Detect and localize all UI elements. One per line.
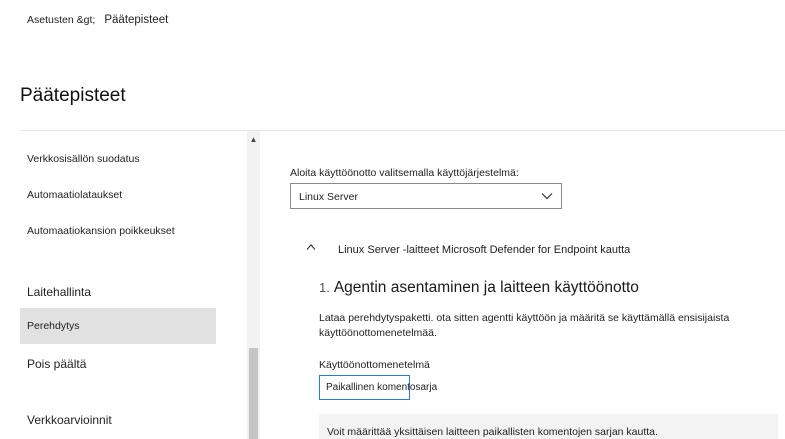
scrollbar-thumb[interactable] [249, 348, 258, 439]
sidebar-item-automation-folder-exclusions[interactable]: Automaatiokansion poikkeukset [20, 225, 216, 237]
os-select-value: Linux Server [299, 191, 358, 203]
scroll-up-arrow-icon[interactable]: ▲ [247, 135, 260, 145]
os-select[interactable]: Linux Server [290, 183, 562, 209]
sidebar-scrollbar[interactable]: ▲ [247, 131, 260, 439]
sidebar-item-web-content-filtering[interactable]: Verkkosisällön suodatus [20, 153, 216, 165]
deployment-method-select[interactable]: Paikallinen komentosarja [319, 375, 437, 400]
chevron-down-icon [541, 193, 553, 200]
info-panel: Voit määrittää yksittäisen laitteen paik… [319, 414, 778, 439]
breadcrumb-current: Päätepisteet [104, 14, 169, 26]
os-select-label: Aloita käyttöönotto valitsemalla käyttöj… [290, 167, 519, 179]
breadcrumb-settings-link[interactable]: Asetusten &gt; [27, 14, 95, 26]
settings-sidebar: Verkkosisällön suodatus Automaatiolatauk… [20, 131, 247, 439]
deployment-method-label: Käyttöönottomenetelmä [319, 359, 430, 371]
sidebar-item-automation-uploads[interactable]: Automaatiolataukset [20, 189, 216, 201]
sidebar-group-device-management: Laitehallinta [27, 285, 92, 299]
page-title: Päätepisteet [20, 85, 126, 106]
step-number: 1. [319, 280, 330, 295]
section-title: Linux Server -laitteet Microsoft Defende… [338, 244, 631, 256]
chevron-up-icon[interactable] [306, 243, 316, 251]
breadcrumb: Asetusten &gt; Päätepisteet [27, 14, 168, 26]
main-content: Aloita käyttöönotto valitsemalla käyttöj… [260, 131, 785, 439]
deployment-method-value: Paikallinen komentosarja [326, 382, 438, 393]
sidebar-item-onboarding[interactable]: Perehdytys [20, 308, 216, 344]
info-text: Voit määrittää yksittäisen laitteen paik… [327, 426, 658, 438]
step-description: Lataa perehdytyspaketti. ota sitten agen… [319, 312, 730, 339]
sidebar-item-offboarding[interactable]: Pois päältä [20, 357, 216, 371]
step-heading: 1. Agentin asentaminen ja laitteen käyttö… [319, 279, 639, 297]
sidebar-group-network-assessments: Verkkoarvioinnit [27, 413, 112, 427]
step-title: Agentin asentaminen ja laitteen käyttöön… [333, 279, 639, 296]
